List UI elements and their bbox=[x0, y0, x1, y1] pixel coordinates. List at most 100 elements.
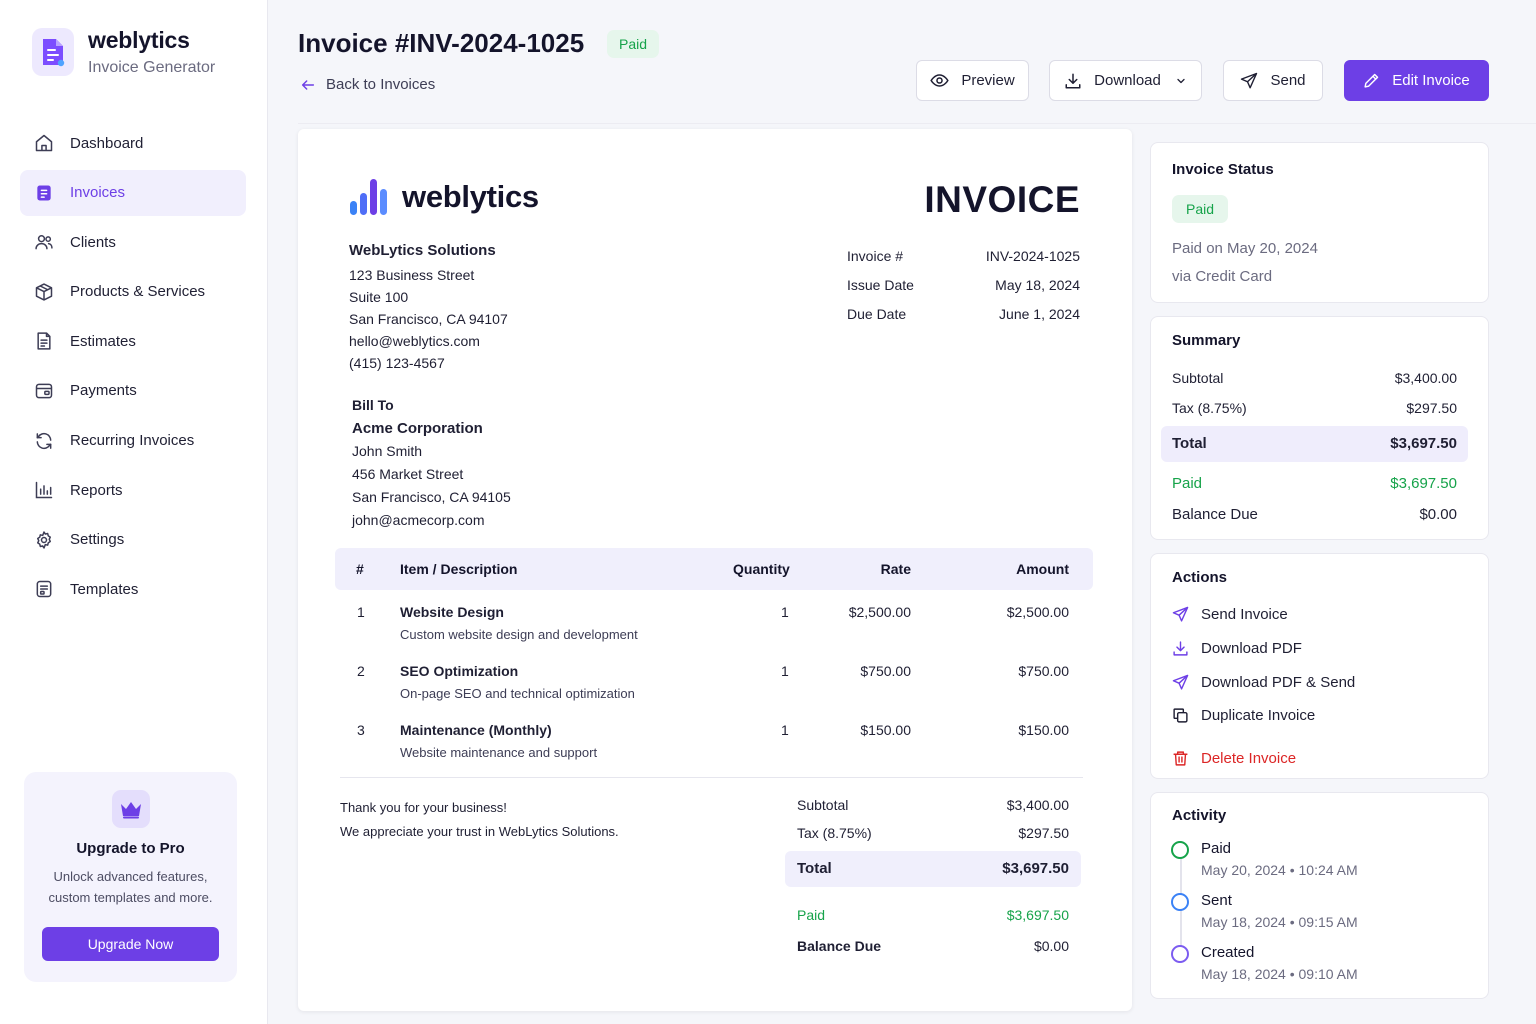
document-icon bbox=[37, 332, 51, 351]
download-icon bbox=[1173, 641, 1188, 656]
brand-name: weblytics bbox=[88, 27, 190, 53]
row-rate: $150.00 bbox=[860, 722, 911, 738]
chevron-down-icon bbox=[1177, 78, 1185, 83]
meta-row-due-date: Due Date June 1, 2024 bbox=[847, 300, 1080, 329]
sidebar-item-invoices[interactable]: Invoices bbox=[20, 169, 246, 216]
totals-label: Tax (8.75%) bbox=[797, 825, 872, 841]
payment-method-text: via Credit Card bbox=[1172, 268, 1273, 285]
col-item: Item / Description bbox=[400, 561, 518, 577]
invoice-document: weblytics INVOICE WebLytics Solutions 12… bbox=[298, 129, 1132, 1011]
invoice-status-card: Invoice Status Paid Paid on May 20, 2024… bbox=[1150, 142, 1489, 303]
meta-label: Invoice # bbox=[847, 248, 904, 264]
send-label: Send bbox=[1270, 72, 1306, 89]
invoice-logo-text: weblytics bbox=[402, 179, 539, 214]
send-button[interactable]: Send bbox=[1223, 60, 1323, 101]
refresh-icon bbox=[36, 432, 52, 449]
sidebar-item-clients[interactable]: Clients bbox=[20, 219, 246, 265]
sidebar: weblytics Invoice Generator Dashboard In… bbox=[0, 0, 268, 1024]
upgrade-title: Upgrade to Pro bbox=[76, 840, 185, 857]
from-line: hello@weblytics.com bbox=[349, 333, 480, 349]
bill-to-line: San Francisco, CA 94105 bbox=[352, 489, 511, 505]
wallet-icon bbox=[35, 383, 53, 399]
sidebar-item-dashboard[interactable]: Dashboard bbox=[20, 120, 246, 166]
sidebar-item-label: Settings bbox=[70, 531, 125, 549]
totals-value: $3,697.50 bbox=[1006, 907, 1069, 923]
download-button[interactable]: Download bbox=[1049, 60, 1202, 101]
row-item-desc: Custom website design and development bbox=[400, 627, 638, 642]
send-invoice-action[interactable]: Send Invoice bbox=[1172, 606, 1288, 623]
bar-chart-icon bbox=[35, 481, 53, 499]
from-address: WebLytics Solutions 123 Business Street … bbox=[349, 240, 508, 374]
from-line: Suite 100 bbox=[349, 289, 409, 305]
action-label: Delete Invoice bbox=[1201, 750, 1297, 767]
sidebar-item-templates[interactable]: Templates bbox=[20, 566, 246, 612]
brand[interactable]: weblytics Invoice Generator bbox=[32, 27, 215, 77]
edit-invoice-label: Edit Invoice bbox=[1392, 72, 1470, 89]
summary-subtotal: Subtotal $3,400.00 bbox=[1172, 370, 1457, 386]
template-icon bbox=[36, 581, 52, 598]
row-num: 3 bbox=[357, 722, 365, 738]
timeline-dot-icon bbox=[1171, 893, 1189, 911]
actions-card-title: Actions bbox=[1172, 569, 1228, 586]
meta-value: INV-2024-1025 bbox=[985, 248, 1080, 264]
trash-icon bbox=[1173, 751, 1188, 766]
totals-label: Total bbox=[797, 860, 832, 877]
sidebar-item-estimates[interactable]: Estimates bbox=[20, 318, 246, 364]
note-line: We appreciate your trust in WebLytics So… bbox=[340, 824, 619, 839]
download-label: Download bbox=[1094, 72, 1161, 89]
summary-paid: Paid $3,697.50 bbox=[1172, 475, 1457, 492]
action-label: Send Invoice bbox=[1201, 606, 1288, 623]
invoice-notes: Thank you for your business! We apprecia… bbox=[340, 796, 619, 844]
totals-value: $0.00 bbox=[1033, 938, 1069, 954]
row-item-name: SEO Optimization bbox=[400, 663, 519, 679]
row-amount: $150.00 bbox=[1018, 722, 1069, 738]
sidebar-item-recurring-invoices[interactable]: Recurring Invoices bbox=[20, 418, 246, 464]
summary-label: Total bbox=[1172, 435, 1207, 452]
meta-row-invoice-number: Invoice # INV-2024-1025 bbox=[847, 242, 1080, 271]
summary-tax: Tax (8.75%) $297.50 bbox=[1172, 400, 1457, 416]
row-qty: 1 bbox=[781, 722, 789, 738]
upgrade-now-button[interactable]: Upgrade Now bbox=[42, 927, 219, 961]
users-icon bbox=[35, 235, 53, 250]
status-card-badge: Paid bbox=[1172, 195, 1229, 223]
edit-invoice-button[interactable]: Edit Invoice bbox=[1344, 60, 1489, 101]
items-divider bbox=[340, 777, 1083, 778]
status-card-title: Invoice Status bbox=[1172, 161, 1274, 178]
summary-value: $3,697.50 bbox=[1390, 475, 1457, 492]
arrow-left-icon bbox=[301, 79, 315, 90]
upgrade-description: Unlock advanced features, custom templat… bbox=[48, 869, 213, 905]
sidebar-item-settings[interactable]: Settings bbox=[20, 517, 246, 563]
download-pdf-send-action[interactable]: Download PDF & Send bbox=[1172, 674, 1355, 691]
send-icon bbox=[1241, 72, 1258, 88]
sidebar-item-payments[interactable]: Payments bbox=[20, 368, 246, 414]
activity-time: May 20, 2024 • 10:24 AM bbox=[1201, 862, 1358, 878]
bill-to-line: 456 Market Street bbox=[352, 466, 464, 482]
timeline-dot-icon bbox=[1171, 841, 1189, 859]
sidebar-item-products-services[interactable]: Products & Services bbox=[20, 269, 246, 315]
crown-icon bbox=[111, 790, 150, 828]
from-company: WebLytics Solutions bbox=[349, 242, 496, 259]
row-rate: $750.00 bbox=[860, 663, 911, 679]
preview-button[interactable]: Preview bbox=[916, 60, 1029, 101]
summary-label: Balance Due bbox=[1172, 506, 1258, 523]
duplicate-invoice-action[interactable]: Duplicate Invoice bbox=[1172, 707, 1315, 724]
col-amount: Amount bbox=[1016, 561, 1069, 577]
summary-value: $3,697.50 bbox=[1390, 435, 1457, 452]
row-num: 1 bbox=[357, 604, 365, 620]
sidebar-item-reports[interactable]: Reports bbox=[20, 467, 246, 513]
download-pdf-action[interactable]: Download PDF bbox=[1172, 640, 1302, 657]
send-icon bbox=[1172, 606, 1189, 622]
sidebar-item-label: Clients bbox=[70, 233, 116, 251]
delete-invoice-action[interactable]: Delete Invoice bbox=[1172, 750, 1296, 767]
bill-to-line: john@acmecorp.com bbox=[352, 512, 485, 528]
activity-card: Activity Paid May 20, 2024 • 10:24 AM Se… bbox=[1150, 792, 1489, 999]
col-num: # bbox=[356, 561, 364, 577]
activity-label: Sent bbox=[1201, 892, 1232, 909]
eye-icon bbox=[930, 74, 949, 87]
summary-value: $297.50 bbox=[1406, 400, 1457, 416]
bill-to-company: Acme Corporation bbox=[352, 420, 483, 437]
back-to-invoices-link[interactable]: Back to Invoices bbox=[300, 76, 435, 93]
row-num: 2 bbox=[357, 663, 365, 679]
summary-card: Summary Subtotal $3,400.00 Tax (8.75%) $… bbox=[1150, 316, 1489, 540]
bill-to-label: Bill To bbox=[352, 397, 394, 413]
